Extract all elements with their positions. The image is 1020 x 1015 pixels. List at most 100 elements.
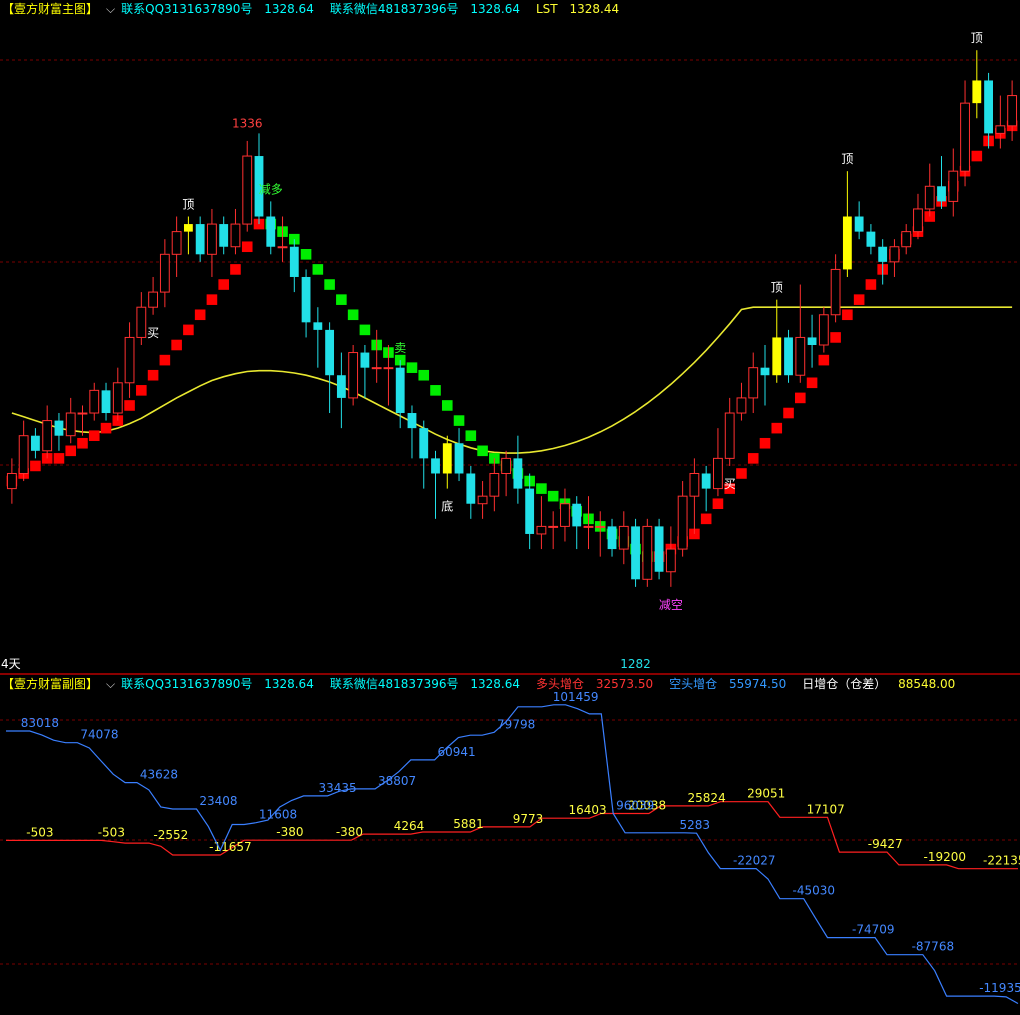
candle-body [818, 314, 829, 346]
candle-body [842, 216, 852, 270]
chevron-down-icon[interactable]: ⌵ [106, 2, 115, 16]
candle-body [677, 495, 688, 550]
red-trend-block [842, 309, 853, 321]
red-trend-block [136, 385, 147, 396]
candle-body [689, 472, 700, 497]
red-trend-block [818, 354, 830, 366]
candle-body [548, 525, 559, 528]
red-trend-block [194, 309, 206, 321]
red-trend-block [830, 332, 841, 343]
candle-body [878, 246, 888, 262]
candle-body [124, 336, 135, 384]
candle-body [901, 231, 912, 248]
red-trend-block [147, 369, 159, 381]
sub-indicator-title[interactable]: 【壹方财富副图】 [2, 677, 98, 691]
value-label: -503 [26, 825, 53, 839]
candle-body [748, 367, 759, 399]
red-trend-block [971, 150, 983, 162]
position-change-chart[interactable]: -503 -503 -2552 -11657 -380 -380 4264 5881 9773 1… [0, 675, 1020, 1015]
candle-body [924, 185, 935, 210]
green-trend-block [418, 369, 430, 381]
moving-average-line [11, 306, 1013, 454]
short-increase-line [6, 704, 1019, 1005]
candle-body [466, 473, 476, 504]
candle-body [654, 526, 664, 572]
candle-body [101, 390, 111, 414]
value-label: -9427 [868, 837, 903, 851]
candle-body [18, 435, 29, 474]
wechat-value: 1328.64 [470, 677, 520, 691]
green-trend-block [359, 324, 371, 336]
wechat-value: 1328.64 [470, 2, 520, 16]
red-trend-block [159, 354, 171, 366]
daily-increase-text: 日增仓（仓差） [802, 677, 887, 691]
signal-label: 减多 [259, 182, 283, 196]
sub-chart-panel[interactable]: -503 -503 -2552 -11657 -380 -380 4264 5881 9773 1… [0, 675, 1020, 1015]
wechat-text: 联系微信481837396号 [329, 677, 459, 691]
candle-body [960, 102, 970, 172]
red-trend-block [759, 437, 771, 449]
value-label: -119353 [979, 981, 1020, 995]
candle-body [607, 526, 617, 550]
candle-body [42, 420, 53, 452]
main-chart-panel[interactable]: 顶减多卖买底减空买顶顶顶 1336 1282 4天 【壹方财富主图】 ⌵ 联系QQ3131… [0, 0, 1020, 673]
value-label: -19200 [923, 850, 966, 864]
candle-body [772, 337, 782, 376]
daily-increase-value: 88548.00 [898, 677, 956, 691]
value-label: -87768 [912, 940, 955, 954]
green-trend-block [300, 249, 312, 260]
value-label: 43628 [140, 768, 178, 782]
candle-body [289, 246, 299, 277]
candle-body [618, 525, 629, 550]
candlestick-chart[interactable]: 顶减多卖买底减空买顶顶顶133612824天 [0, 0, 1020, 673]
candle-body [31, 435, 40, 451]
candle-body [325, 329, 335, 376]
candle-body [383, 367, 394, 370]
value-label: 83018 [21, 716, 59, 730]
value-label: 96039 [616, 799, 654, 813]
lst-label: LST 1328.44 [536, 2, 627, 16]
candle-body [513, 458, 523, 489]
red-trend-block [100, 422, 112, 434]
value-label: 4264 [394, 819, 425, 833]
red-trend-block [183, 324, 194, 336]
candle-body [183, 224, 193, 232]
candle-body [454, 443, 464, 474]
candle-body [760, 367, 770, 376]
candle-body [972, 80, 982, 104]
red-trend-block [771, 422, 783, 434]
green-trend-block [324, 279, 335, 290]
candle-body [1007, 95, 1018, 127]
signal-label: 买 [724, 477, 736, 491]
red-trend-block [171, 339, 182, 351]
wechat-contact-label: 联系微信481837396号 1328.64 [330, 677, 528, 691]
chevron-down-icon[interactable]: ⌵ [106, 677, 115, 691]
red-trend-block [747, 453, 759, 464]
signal-label: 顶 [182, 198, 194, 212]
value-label: -11657 [209, 840, 252, 854]
signal-label: 买 [147, 326, 159, 340]
red-trend-block [783, 407, 794, 419]
qq-text: 联系QQ3131637890号 [121, 2, 253, 16]
period-label: 4天 [1, 657, 21, 671]
candle-body [65, 412, 76, 437]
value-label: 74078 [80, 728, 118, 742]
candle-body [525, 488, 535, 534]
candle-body [419, 428, 429, 459]
main-indicator-title[interactable]: 【壹方财富主图】 [2, 2, 98, 16]
candle-body [948, 170, 959, 202]
candle-body [301, 276, 311, 323]
candle-body [54, 420, 64, 436]
candle-body [572, 503, 582, 527]
candle-body [501, 457, 512, 474]
candle-body [371, 367, 382, 370]
candle-body [631, 526, 640, 580]
long-increase-value: 32573.50 [595, 677, 654, 691]
qq-value: 1328.64 [264, 677, 314, 691]
candle-body [642, 525, 653, 580]
candle-body [724, 412, 735, 459]
red-trend-block [218, 279, 229, 290]
signal-label: 减空 [659, 598, 683, 612]
candle-body [984, 80, 993, 134]
red-trend-block [241, 241, 253, 253]
